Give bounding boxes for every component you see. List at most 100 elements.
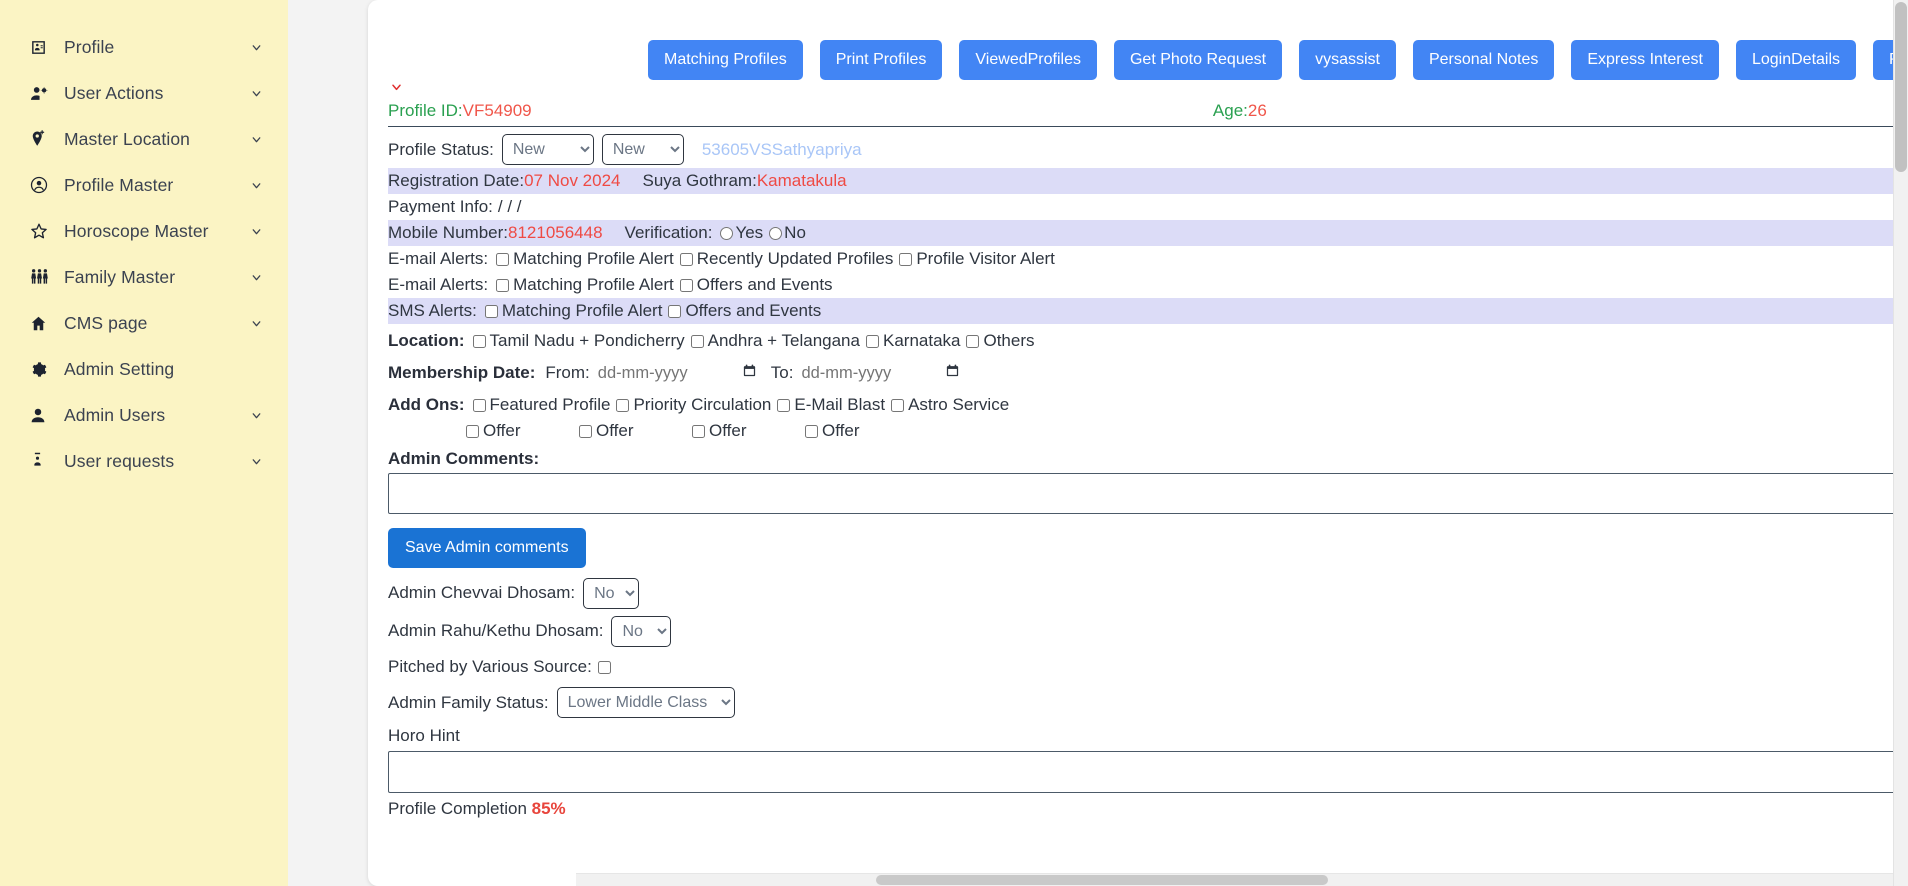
location-tamil-nadu-checkbox[interactable] <box>472 334 486 348</box>
addon-offer-3-checkbox[interactable] <box>692 424 705 438</box>
sms-alert-matching-profile-checkbox[interactable] <box>484 304 498 318</box>
email-alert-profile-visitor-checkbox[interactable] <box>899 252 913 266</box>
chevron-down-icon[interactable] <box>250 409 264 422</box>
addon-offer-email-blast[interactable]: Offer <box>692 421 802 441</box>
location-andhra-checkbox[interactable] <box>690 334 704 348</box>
sms-alert-offers-events-checkbox[interactable] <box>668 304 682 318</box>
express-interest-button[interactable]: Express Interest <box>1571 40 1719 80</box>
linked-profile-link[interactable]: 53605VSSathyapriya <box>692 140 862 160</box>
sidebar-item-profile[interactable]: Profile <box>0 24 288 70</box>
location-tamil-nadu-pondicherry[interactable]: Tamil Nadu + Pondicherry <box>472 331 688 351</box>
membership-to-input[interactable] <box>801 363 952 383</box>
addon-priority-circulation-checkbox[interactable] <box>616 398 630 412</box>
membership-date-label: Membership Date: <box>388 363 536 382</box>
verification-no-option[interactable]: No <box>769 223 809 243</box>
email-alert-matching-profile-checkbox[interactable] <box>496 252 510 266</box>
addon-offer-priority-circulation[interactable]: Offer <box>579 421 689 441</box>
addon-astro-service[interactable]: Astro Service <box>891 395 1012 415</box>
profile-status-select-2[interactable]: New <box>601 134 684 165</box>
viewed-profiles-button[interactable]: ViewedProfiles <box>959 40 1097 80</box>
addon-offer-4-checkbox[interactable] <box>805 424 818 438</box>
addon-offer-1-checkbox[interactable] <box>466 424 479 438</box>
sidebar-item-profile-master[interactable]: Profile Master <box>0 162 288 208</box>
verification-yes-radio[interactable] <box>720 226 734 240</box>
chevron-down-icon[interactable] <box>250 41 264 54</box>
sidebar-item-horoscope-master[interactable]: Horoscope Master <box>0 208 288 254</box>
addon-offer-featured-profile[interactable]: Offer <box>466 421 576 441</box>
email-alert2-matching-profile[interactable]: Matching Profile Alert <box>496 275 677 295</box>
login-details-button[interactable]: LoginDetails <box>1735 40 1857 80</box>
location-others-checkbox[interactable] <box>966 334 980 348</box>
location-andhra-telangana[interactable]: Andhra + Telangana <box>690 331 863 351</box>
chevron-down-icon[interactable] <box>250 271 264 284</box>
addon-email-blast[interactable]: E-Mail Blast <box>777 395 888 415</box>
chevron-down-icon[interactable] <box>250 179 264 192</box>
sidebar-item-family-master[interactable]: Family Master <box>0 254 288 300</box>
chevron-down-icon[interactable] <box>250 317 264 330</box>
clipboard-user-icon <box>30 452 56 470</box>
sidebar-item-master-location[interactable]: Master Location <box>0 116 288 162</box>
email-alert-recently-updated[interactable]: Recently Updated Profiles <box>679 249 897 269</box>
vertical-scrollbar-thumb[interactable] <box>1895 2 1907 172</box>
location-karnataka-checkbox[interactable] <box>865 334 879 348</box>
sidebar-item-user-actions[interactable]: User Actions <box>0 70 288 116</box>
vysassist-button[interactable]: vysassist <box>1299 40 1396 80</box>
addon-offer-2-checkbox[interactable] <box>579 424 592 438</box>
email-alert2-offers-events-checkbox[interactable] <box>679 278 693 292</box>
profile-status-select-1[interactable]: New <box>501 134 594 165</box>
addon-featured-profile-checkbox[interactable] <box>472 398 486 412</box>
admin-chevvai-dhosam-select[interactable]: No <box>583 577 640 609</box>
addons-row: Add Ons: Featured Profile Priority Circu… <box>388 392 1908 418</box>
email-alert-recently-updated-checkbox[interactable] <box>679 252 693 266</box>
calendar-icon[interactable] <box>742 363 757 383</box>
admin-family-status-select[interactable]: Lower Middle Class <box>556 687 735 718</box>
pitched-by-various-source-label: Pitched by Various Source: <box>388 657 592 676</box>
addon-offer-astro-service[interactable]: Offer <box>805 421 915 441</box>
vertical-scrollbar[interactable] <box>1893 0 1908 886</box>
membership-from-input[interactable] <box>597 363 748 383</box>
horizontal-scrollbar-thumb[interactable] <box>876 875 1328 885</box>
addon-offer-label: Offer <box>596 421 634 440</box>
save-admin-comments-button[interactable]: Save Admin comments <box>388 528 586 568</box>
verification-yes-option[interactable]: Yes <box>712 223 766 243</box>
addon-email-blast-checkbox[interactable] <box>777 398 791 412</box>
calendar-icon[interactable] <box>945 363 960 383</box>
profile-id-value: VF54909 <box>462 101 532 120</box>
email-alert2-offers-events[interactable]: Offers and Events <box>679 275 836 295</box>
addon-priority-circulation[interactable]: Priority Circulation <box>616 395 774 415</box>
admin-comments-textarea[interactable] <box>388 473 1908 514</box>
matching-profiles-button[interactable]: Matching Profiles <box>648 40 803 80</box>
addon-astro-service-checkbox[interactable] <box>891 398 905 412</box>
addon-featured-profile[interactable]: Featured Profile <box>472 395 614 415</box>
pitched-by-various-source-checkbox[interactable] <box>597 660 611 674</box>
profile-completion-label: Profile Completion <box>388 799 527 818</box>
sms-alert-offers-events[interactable]: Offers and Events <box>668 301 824 321</box>
sidebar-item-user-requests[interactable]: User requests <box>0 438 288 484</box>
email-alert-profile-visitor[interactable]: Profile Visitor Alert <box>899 249 1058 269</box>
chevron-down-icon[interactable] <box>250 133 264 146</box>
email-alerts-row-2: E-mail Alerts: Matching Profile Alert Of… <box>388 272 1908 298</box>
email-alert-matching-profile[interactable]: Matching Profile Alert <box>496 249 677 269</box>
sidebar-item-cms-page[interactable]: CMS page <box>0 300 288 346</box>
print-profiles-button[interactable]: Print Profiles <box>819 40 943 80</box>
sidebar-item-label: Horoscope Master <box>64 220 209 241</box>
location-karnataka[interactable]: Karnataka <box>865 331 964 351</box>
addon-offer-label: Offer <box>822 421 860 440</box>
chevron-down-icon[interactable] <box>250 87 264 100</box>
horo-hint-textarea[interactable] <box>388 751 1908 793</box>
get-photo-request-button[interactable]: Get Photo Request <box>1113 40 1283 80</box>
sidebar-item-admin-users[interactable]: Admin Users <box>0 392 288 438</box>
email-alert-label: Offers and Events <box>696 275 833 294</box>
chevron-down-icon[interactable] <box>250 455 264 468</box>
sidebar-item-label: Profile <box>64 36 115 57</box>
email-alert2-matching-profile-checkbox[interactable] <box>496 278 510 292</box>
horizontal-scrollbar[interactable] <box>576 873 1908 886</box>
personal-notes-button[interactable]: Personal Notes <box>1412 40 1555 80</box>
sidebar-item-admin-setting[interactable]: Admin Setting <box>0 346 288 392</box>
sms-alert-label: Matching Profile Alert <box>501 301 663 320</box>
verification-no-radio[interactable] <box>769 226 783 240</box>
sms-alert-matching-profile[interactable]: Matching Profile Alert <box>484 301 666 321</box>
location-others[interactable]: Others <box>966 331 1037 351</box>
chevron-down-icon[interactable] <box>250 225 264 238</box>
admin-rahu-kethu-dhosam-select[interactable]: No <box>611 615 672 647</box>
